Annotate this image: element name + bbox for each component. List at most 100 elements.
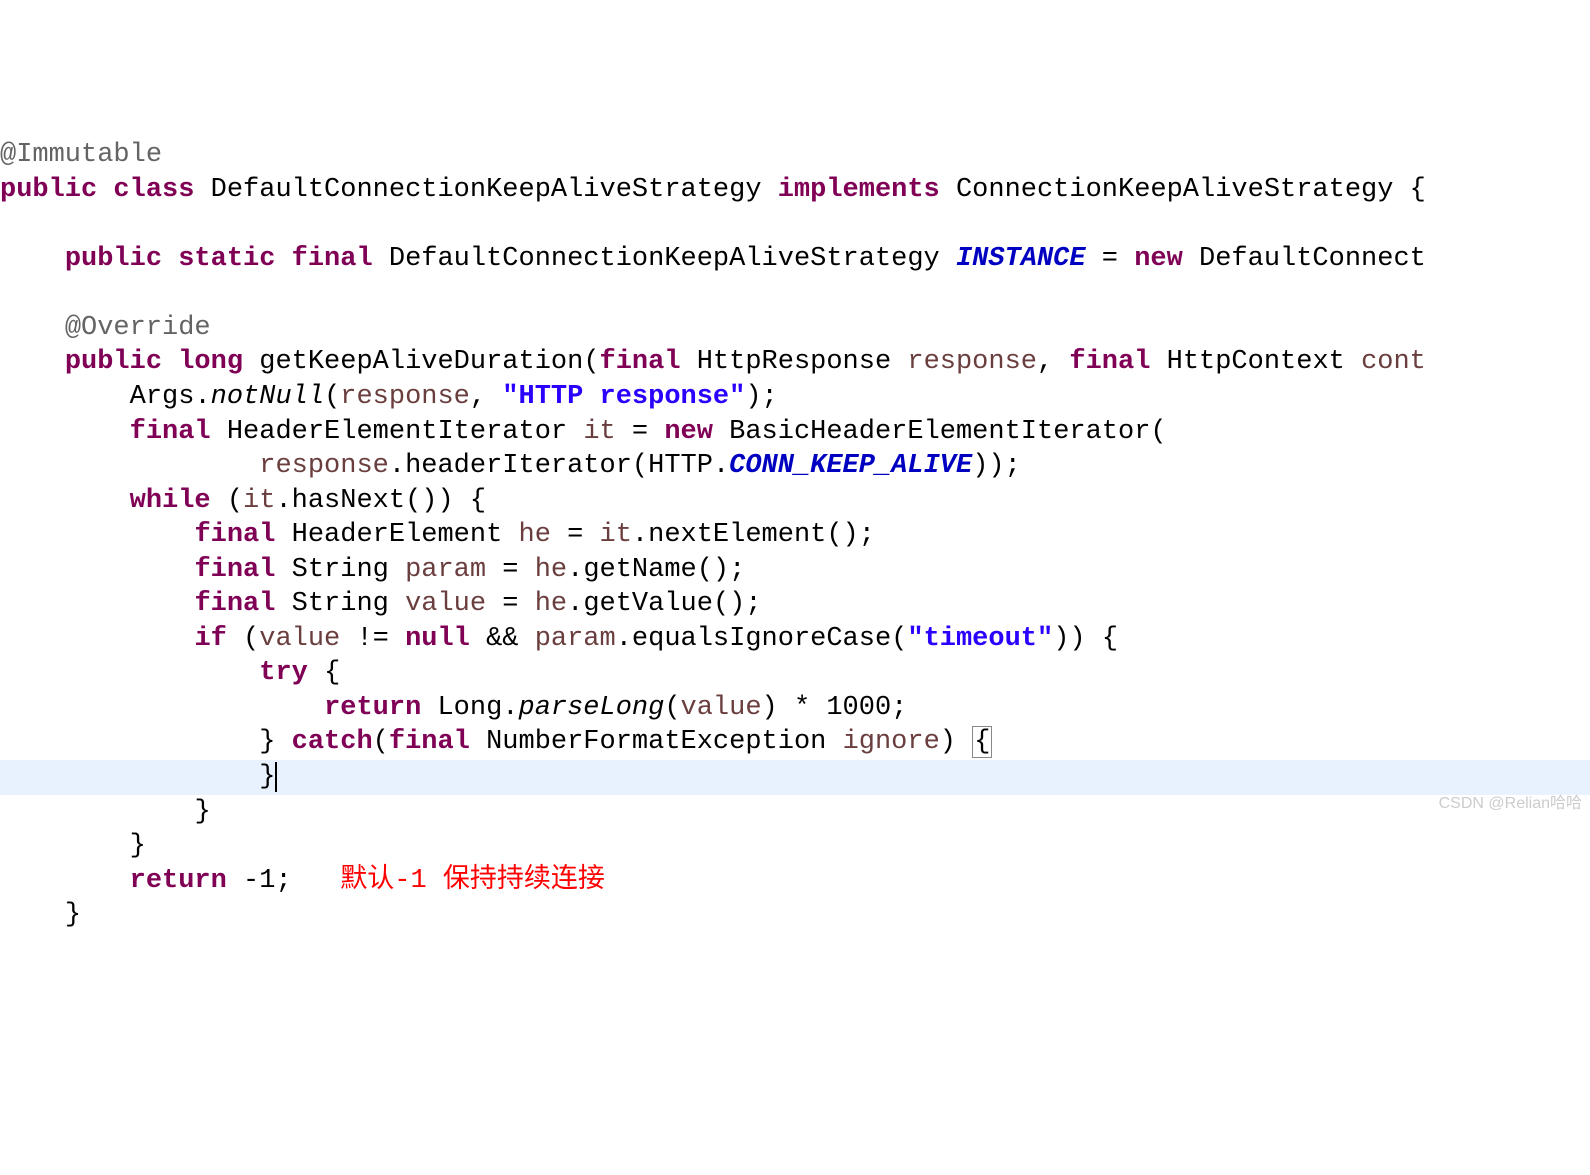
paren: )	[1053, 624, 1069, 654]
paren: (	[227, 486, 243, 516]
line-if: if (value != null && param.equalsIgnoreC…	[0, 622, 1590, 657]
eq: =	[502, 589, 518, 619]
comment-default: 默认-1 保持持续连接	[340, 866, 605, 896]
line-blank	[0, 276, 1590, 311]
kw-static: static	[178, 244, 275, 274]
dot: .	[389, 451, 405, 481]
kw-final: final	[1069, 347, 1150, 377]
semi: ;	[745, 589, 761, 619]
line-class-decl: public class DefaultConnectionKeepAliveS…	[0, 173, 1590, 208]
kw-try: try	[259, 658, 308, 688]
method-nextelement: nextElement	[648, 520, 826, 550]
dot: .	[275, 486, 291, 516]
method-hasnext: hasNext	[292, 486, 405, 516]
comma: ,	[1037, 347, 1053, 377]
var-he: he	[535, 589, 567, 619]
line-return-parse: return Long.parseLong(value) * 1000;	[0, 691, 1590, 726]
field-instance: INSTANCE	[956, 244, 1086, 274]
ne: !=	[356, 624, 388, 654]
param-response: response	[907, 347, 1037, 377]
kw-final: final	[194, 555, 275, 585]
method-eqignorecase: equalsIgnoreCase	[632, 624, 891, 654]
var-param: param	[405, 555, 486, 585]
paren: )	[1069, 624, 1085, 654]
kw-return: return	[130, 866, 227, 896]
dot: .	[616, 624, 632, 654]
var-param: param	[535, 624, 616, 654]
kw-catch: catch	[292, 727, 373, 757]
kw-implements: implements	[778, 175, 940, 205]
line-catch-close: }	[0, 760, 1590, 795]
kw-final: final	[194, 589, 275, 619]
arg-response: response	[340, 382, 470, 412]
line-param-decl: final String param = he.getName();	[0, 553, 1590, 588]
type: HttpResponse	[697, 347, 891, 377]
var-it: it	[583, 417, 615, 447]
type: HeaderElementIterator	[227, 417, 567, 447]
paren: (	[373, 727, 389, 757]
dot: .	[713, 451, 729, 481]
kw-class: class	[113, 175, 194, 205]
line-return-neg1: return -1; 默认-1 保持持续连接	[0, 864, 1590, 899]
kw-final: final	[389, 727, 470, 757]
line-catch: } catch(final NumberFormatException igno…	[0, 725, 1590, 760]
type: String	[292, 589, 389, 619]
var-value: value	[405, 589, 486, 619]
line-iterator-arg: response.headerIterator(HTTP.CONN_KEEP_A…	[0, 449, 1590, 484]
line-args-notnull: Args.notNull(response, "HTTP response");	[0, 380, 1590, 415]
new-expr: DefaultConnect	[1199, 244, 1426, 274]
kw-if: if	[194, 624, 226, 654]
brace: {	[324, 658, 340, 688]
comma: ,	[470, 382, 486, 412]
kw-final: final	[600, 347, 681, 377]
semi: ;	[762, 382, 778, 412]
return-neg1: -1	[243, 866, 275, 896]
empty-args: ()	[826, 520, 858, 550]
interface-name: ConnectionKeepAliveStrategy	[956, 175, 1393, 205]
paren: (	[243, 624, 259, 654]
line-override: @Override	[0, 311, 1590, 346]
const-keep-alive: CONN_KEEP_ALIVE	[729, 451, 972, 481]
class-args: Args	[130, 382, 195, 412]
brace: }	[65, 900, 81, 930]
brace: {	[1102, 624, 1118, 654]
line-he-decl: final HeaderElement he = it.nextElement(…	[0, 518, 1590, 553]
brace: }	[259, 727, 275, 757]
brace: {	[470, 486, 486, 516]
dot: .	[194, 382, 210, 412]
method-notnull: notNull	[211, 382, 324, 412]
arg-response: response	[259, 451, 389, 481]
semi: ;	[275, 866, 291, 896]
kw-final: final	[130, 417, 211, 447]
kw-final: final	[292, 244, 373, 274]
dot: .	[502, 693, 518, 723]
line-method-close: }	[0, 898, 1590, 933]
empty-args: ()	[405, 486, 437, 516]
line-while-close: }	[0, 829, 1590, 864]
kw-public: public	[0, 175, 97, 205]
eq: =	[632, 417, 648, 447]
eq: =	[1102, 244, 1118, 274]
method-getname: getName	[583, 555, 696, 585]
kw-long: long	[178, 347, 243, 377]
cursor	[275, 762, 277, 792]
semi: ;	[859, 520, 875, 550]
brace: {	[1410, 175, 1426, 205]
type: HeaderElement	[292, 520, 503, 550]
paren: (	[664, 693, 680, 723]
line-if-close: }	[0, 795, 1590, 830]
type: HttpContext	[1167, 347, 1345, 377]
line-try: try {	[0, 656, 1590, 691]
kw-final: final	[194, 520, 275, 550]
class-name: DefaultConnectionKeepAliveStrategy	[211, 175, 762, 205]
paren: )	[745, 382, 761, 412]
annotation-immutable: @Immutable	[0, 140, 162, 170]
type: String	[292, 555, 389, 585]
dot: .	[567, 589, 583, 619]
method-parselong: parseLong	[519, 693, 665, 723]
empty-args: ()	[697, 555, 729, 585]
line-iterator-decl: final HeaderElementIterator it = new Bas…	[0, 415, 1590, 450]
kw-null: null	[405, 624, 470, 654]
type: DefaultConnectionKeepAliveStrategy	[389, 244, 940, 274]
str-http-response: "HTTP response"	[502, 382, 745, 412]
